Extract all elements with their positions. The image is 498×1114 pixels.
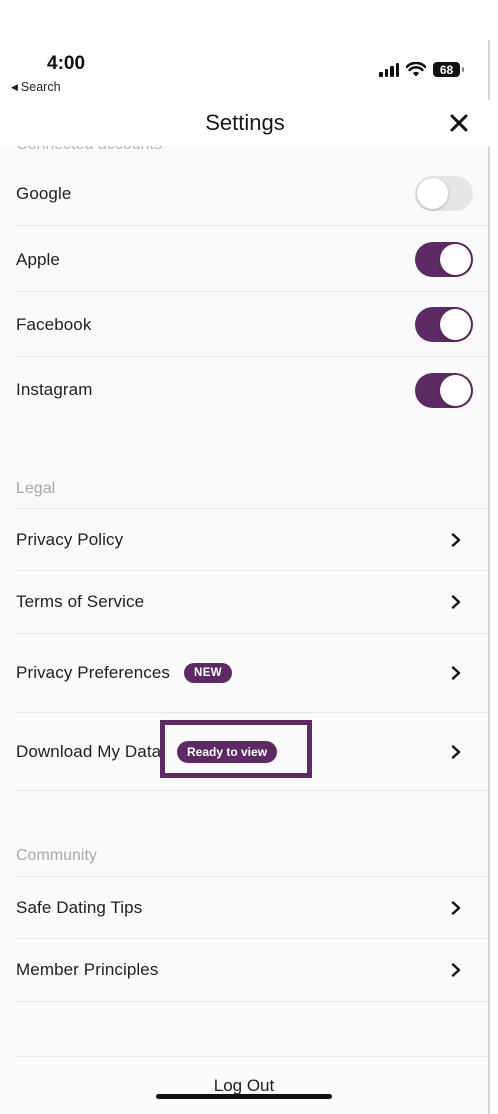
new-badge: NEW bbox=[184, 663, 233, 683]
privacy-preferences-row[interactable]: Privacy Preferences NEW bbox=[16, 634, 488, 713]
chevron-right-icon bbox=[451, 963, 461, 977]
home-indicator[interactable] bbox=[156, 1094, 332, 1099]
chevron-right-icon bbox=[451, 595, 461, 609]
privacy-preferences-label: Privacy Preferences bbox=[16, 663, 171, 682]
settings-header: Settings bbox=[0, 100, 490, 146]
instagram-toggle[interactable] bbox=[415, 372, 473, 408]
chevron-right-icon bbox=[451, 666, 461, 680]
battery-icon: 68 bbox=[433, 62, 464, 77]
legal-heading: Legal bbox=[16, 480, 56, 497]
terms-of-service-label: Terms of Service bbox=[16, 592, 145, 611]
battery-level: 68 bbox=[439, 62, 454, 77]
account-row-google: Google bbox=[16, 162, 488, 226]
apple-toggle[interactable] bbox=[415, 242, 473, 277]
account-label: Google bbox=[16, 183, 72, 203]
member-principles-label: Member Principles bbox=[16, 960, 159, 979]
chevron-right-icon bbox=[451, 900, 461, 915]
back-label: Search bbox=[20, 80, 61, 94]
account-row-apple: Apple bbox=[16, 228, 488, 292]
account-row-facebook: Facebook bbox=[16, 293, 488, 357]
account-label: Apple bbox=[16, 249, 60, 269]
toggle-knob bbox=[440, 309, 471, 340]
account-label: Instagram bbox=[16, 380, 93, 399]
toggle-knob bbox=[417, 178, 448, 209]
google-toggle[interactable] bbox=[415, 176, 473, 211]
account-row-instagram: Instagram bbox=[16, 358, 488, 422]
account-label: Facebook bbox=[16, 314, 92, 334]
member-principles-row[interactable]: Member Principles bbox=[16, 939, 488, 1002]
community-heading: Community bbox=[16, 847, 97, 864]
logout-divider bbox=[16, 1056, 488, 1057]
chevron-right-icon bbox=[451, 744, 461, 759]
facebook-toggle[interactable] bbox=[415, 307, 473, 342]
highlight-annotation-box bbox=[160, 720, 312, 778]
terms-of-service-row[interactable]: Terms of Service bbox=[16, 571, 488, 634]
back-triangle-icon: ◀ bbox=[11, 81, 18, 92]
settings-screen: 4:00 ◀ Search 68 Settings Connected acco… bbox=[0, 0, 490, 1114]
status-indicators: 68 bbox=[379, 62, 464, 77]
download-my-data-label: Download My Data bbox=[16, 741, 162, 761]
safe-dating-tips-row[interactable]: Safe Dating Tips bbox=[16, 876, 488, 939]
log-out-button[interactable]: Log Out bbox=[0, 1076, 488, 1096]
close-icon[interactable] bbox=[448, 112, 470, 134]
screen-edge bbox=[488, 40, 490, 1114]
toggle-knob bbox=[440, 374, 471, 406]
back-to-search-link[interactable]: ◀ Search bbox=[11, 80, 61, 94]
status-time: 4:00 bbox=[47, 53, 86, 74]
cellular-signal-icon bbox=[379, 62, 399, 77]
chevron-right-icon bbox=[451, 532, 461, 547]
privacy-policy-row[interactable]: Privacy Policy bbox=[16, 508, 488, 571]
settings-list[interactable]: Connected accounts Google Apple Facebook… bbox=[0, 146, 488, 1114]
privacy-policy-label: Privacy Policy bbox=[16, 529, 124, 549]
safe-dating-tips-label: Safe Dating Tips bbox=[16, 897, 143, 917]
page-title: Settings bbox=[205, 110, 285, 135]
wifi-icon bbox=[406, 62, 426, 77]
toggle-knob bbox=[440, 244, 471, 275]
connected-accounts-heading: Connected accounts bbox=[16, 146, 162, 154]
